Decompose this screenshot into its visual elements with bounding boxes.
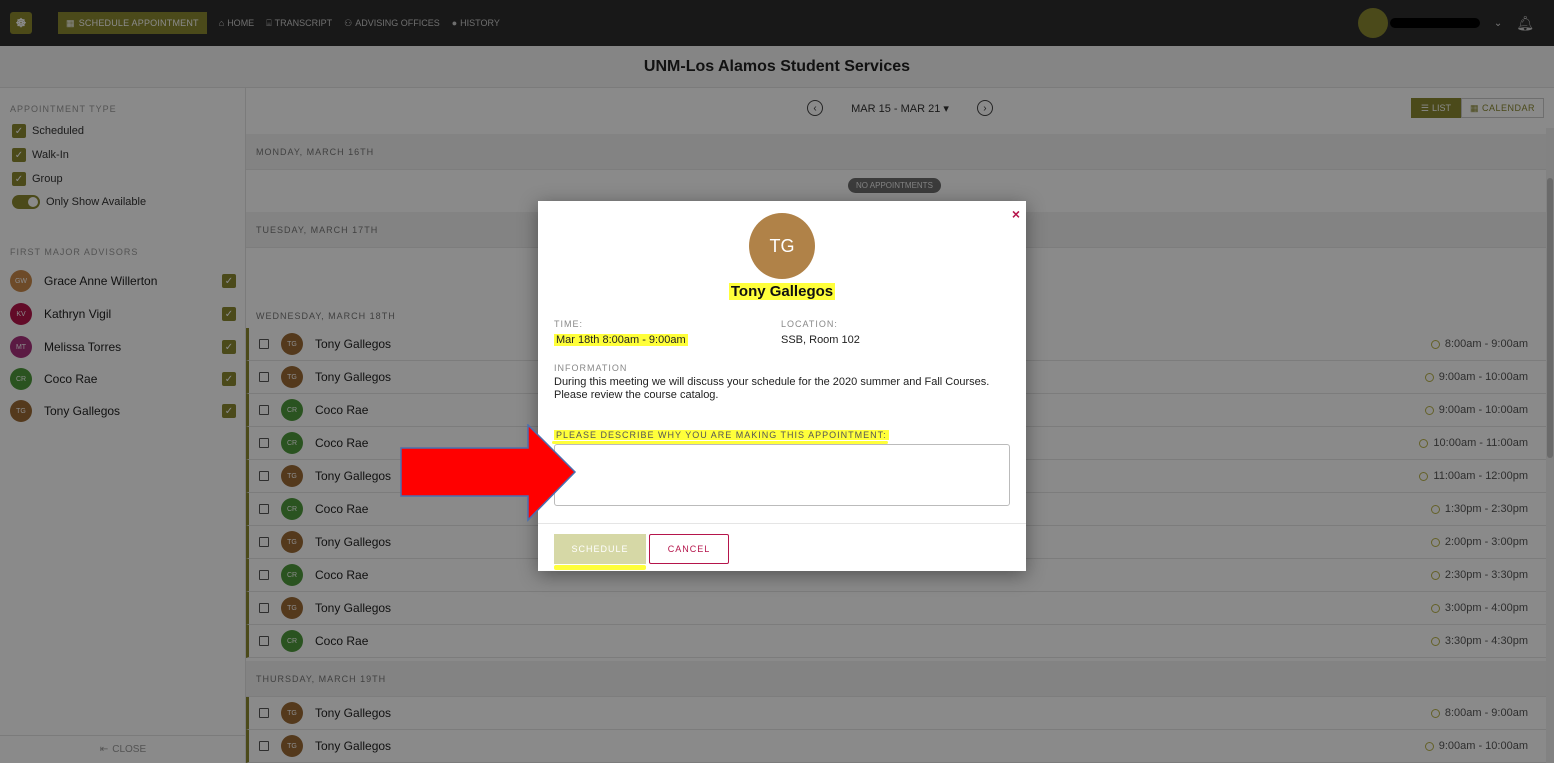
modal-footer: SCHEDULE CANCEL — [538, 523, 1026, 571]
red-arrow-annotation — [400, 424, 577, 522]
time-value: Mar 18th 8:00am - 9:00am — [554, 334, 688, 346]
time-value-highlight: Mar 18th 8:00am - 9:00am — [554, 334, 688, 346]
highlight-underline — [554, 565, 646, 570]
close-icon[interactable]: × — [1012, 206, 1020, 222]
modal-advisor-name: Tony Gallegos — [538, 283, 1026, 300]
describe-reason-highlight: PLEASE DESCRIBE WHY YOU ARE MAKING THIS … — [554, 430, 889, 440]
schedule-button[interactable]: SCHEDULE — [554, 534, 646, 564]
location-value: SSB, Room 102 — [781, 334, 860, 346]
location-label: LOCATION: — [781, 319, 838, 329]
appointment-modal: × TG Tony Gallegos TIME: Mar 18th 8:00am… — [538, 201, 1026, 571]
cancel-button[interactable]: CANCEL — [649, 534, 729, 564]
time-label: TIME: — [554, 319, 583, 329]
reason-textarea[interactable] — [554, 444, 1010, 506]
information-text: During this meeting we will discuss your… — [554, 376, 990, 401]
describe-reason-label: PLEASE DESCRIBE WHY YOU ARE MAKING THIS … — [554, 430, 889, 440]
advisor-name-highlight: Tony Gallegos — [728, 283, 836, 300]
information-label: INFORMATION — [554, 363, 628, 373]
advisor-avatar-large: TG — [749, 213, 815, 279]
red-arrow-shape — [400, 424, 577, 522]
